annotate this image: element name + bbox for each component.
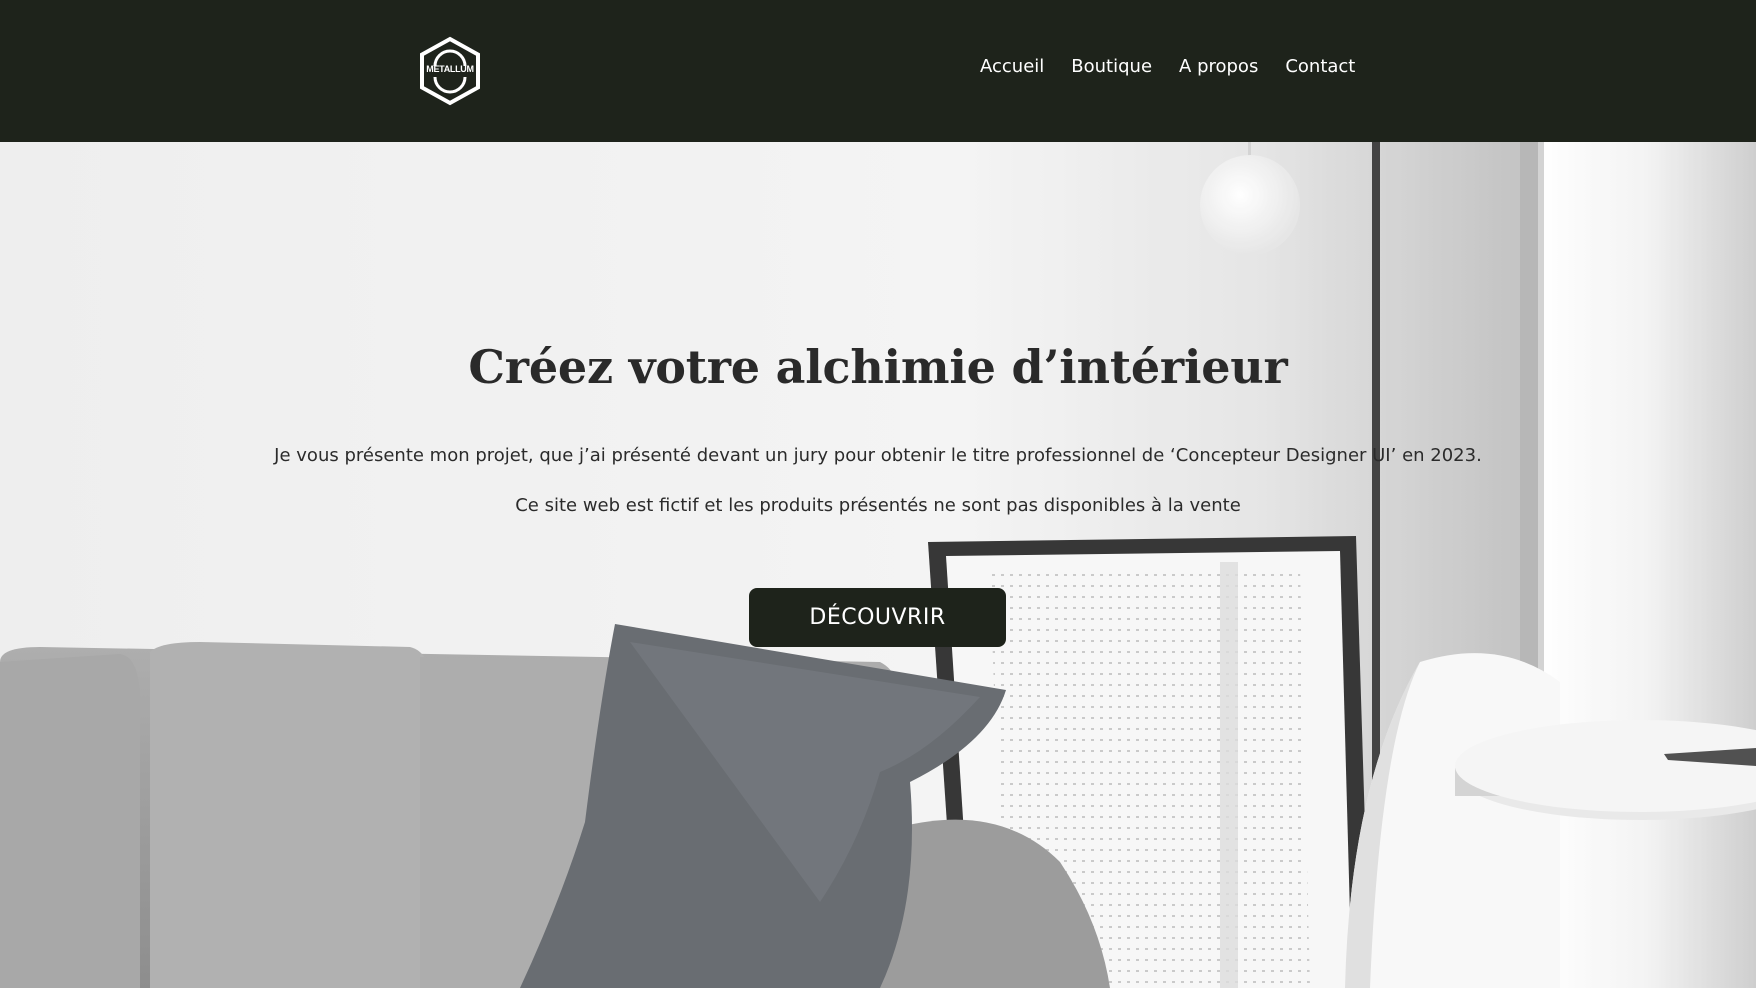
site-header: METALLUM Accueil Boutique A propos Conta…	[0, 0, 1756, 142]
discover-button[interactable]: DÉCOUVRIR	[749, 588, 1006, 647]
hero-title: Créez votre alchimie d’intérieur	[468, 340, 1288, 394]
hero-section: Créez votre alchimie d’intérieur Je vous…	[0, 142, 1756, 988]
logo-wordmark: METALLUM	[426, 64, 474, 74]
hero-intro-text: Je vous présente mon projet, que j’ai pr…	[274, 445, 1482, 466]
nav-link-a-propos[interactable]: A propos	[1179, 56, 1258, 77]
living-room-background-image	[0, 142, 1756, 988]
metallum-logo[interactable]: METALLUM	[417, 36, 483, 106]
nav-link-boutique[interactable]: Boutique	[1071, 56, 1152, 77]
hero-disclaimer-text: Ce site web est fictif et les produits p…	[515, 495, 1241, 516]
nav-link-accueil[interactable]: Accueil	[980, 56, 1044, 77]
main-nav: Accueil Boutique A propos Contact	[980, 56, 1382, 77]
nav-link-contact[interactable]: Contact	[1285, 56, 1355, 77]
